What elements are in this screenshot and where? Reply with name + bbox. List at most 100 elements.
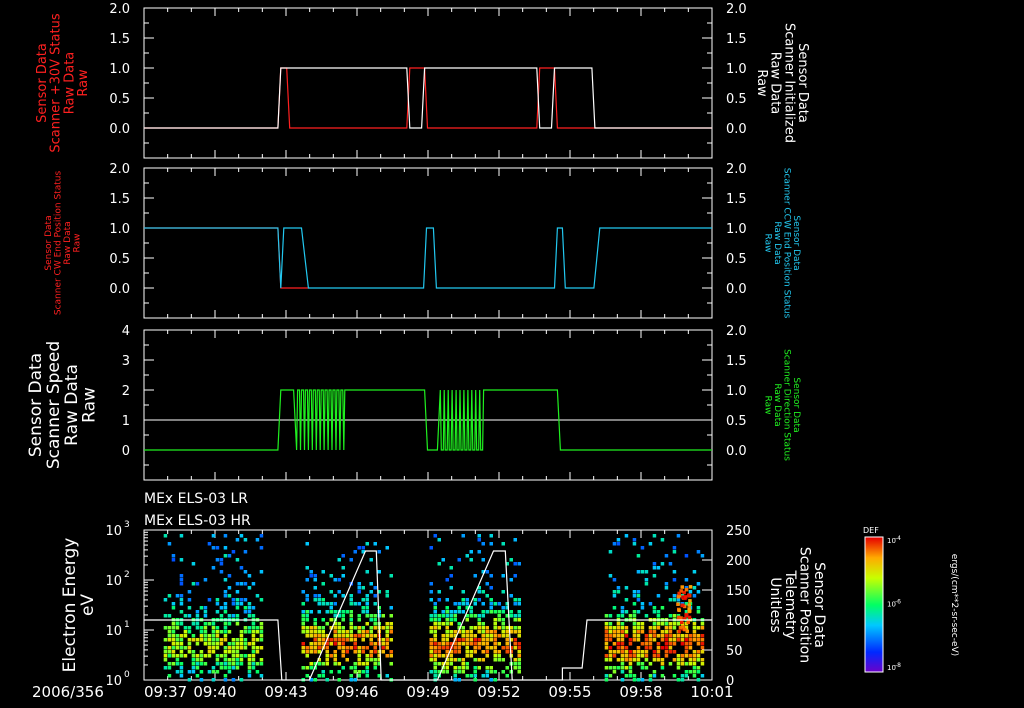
heatmap-cell (243, 606, 248, 610)
heatmap-cell (433, 674, 437, 678)
heatmap-cell (349, 622, 353, 626)
heatmap-cell (389, 662, 393, 666)
colorbar-tick-exp: -8 (895, 662, 901, 669)
heatmap-cell (485, 610, 489, 614)
heatmap-cell (676, 534, 681, 538)
heatmap-cell (227, 614, 232, 618)
heatmap-cell (445, 646, 449, 650)
p1-left-axis-tick-label: 0.5 (109, 92, 130, 107)
heatmap-cell (357, 546, 361, 550)
heatmap-cell (449, 658, 453, 662)
heatmap-cell (353, 642, 357, 646)
heatmap-cell (668, 646, 673, 650)
heatmap-cell (604, 674, 609, 678)
heatmap-cell (349, 602, 353, 606)
heatmap-cell (687, 603, 691, 607)
heatmap-cell (517, 562, 521, 566)
heatmap-cell (305, 634, 309, 638)
heatmap-cell (616, 642, 621, 646)
heatmap-cell (632, 594, 637, 598)
heatmap-cell (381, 638, 385, 642)
heatmap-cell (239, 658, 244, 662)
heatmap-cell (652, 674, 657, 678)
heatmap-cell (231, 678, 236, 682)
p4-left-tick-exp: 2 (124, 570, 130, 580)
heatmap-cell (259, 598, 264, 602)
heatmap-cell (333, 578, 337, 582)
heatmap-cell (445, 670, 449, 674)
heatmap-cell (349, 646, 353, 650)
heatmap-cell (517, 670, 521, 674)
heatmap-cell (305, 650, 309, 654)
heatmap-cell (660, 630, 665, 634)
heatmap-cell (373, 594, 377, 598)
heatmap-cell (628, 650, 633, 654)
heatmap-cell (700, 674, 705, 678)
heatmap-cell (235, 606, 240, 610)
heatmap-cell (255, 538, 260, 542)
heatmap-cell (652, 562, 657, 566)
heatmap-cell (361, 670, 365, 674)
heatmap-cell (179, 622, 184, 626)
heatmap-cell (231, 662, 236, 666)
heatmap-cell (513, 626, 517, 630)
heatmap-cell (429, 590, 433, 594)
heatmap-cell (255, 650, 260, 654)
heatmap-cell (441, 642, 445, 646)
heatmap-cell (223, 606, 228, 610)
heatmap-cell (688, 609, 692, 613)
heatmap-cell (437, 642, 441, 646)
heatmap-cell (223, 610, 228, 614)
heatmap-cell (305, 598, 309, 602)
heatmap-cell (453, 674, 457, 678)
heatmap-cell (668, 598, 673, 602)
heatmap-cell (624, 658, 629, 662)
heatmap-cell (465, 674, 469, 678)
heatmap-cell (223, 594, 228, 598)
heatmap-cell (672, 642, 677, 646)
heatmap-cell (681, 603, 685, 608)
heatmap-cell (215, 630, 220, 634)
heatmap-cell (231, 658, 236, 662)
heatmap-cell (385, 634, 389, 638)
heatmap-cell (215, 658, 220, 662)
heatmap-cell (445, 662, 449, 666)
heatmap-cell (301, 618, 305, 622)
heatmap-cell (337, 622, 341, 626)
heatmap-cell (632, 630, 637, 634)
p4-left-tick-exp: 0 (124, 670, 130, 680)
heatmap-cell (453, 658, 457, 662)
heatmap-cell (247, 586, 252, 590)
heatmap-cell (179, 634, 184, 638)
heatmap-cell (688, 634, 693, 638)
heatmap-cell (235, 650, 240, 654)
heatmap-cell (620, 678, 625, 682)
p4-left-label-line: eV (78, 594, 98, 616)
heatmap-cell (191, 654, 196, 658)
p2-right-axis-tick-label: 1.5 (726, 192, 747, 207)
heatmap-cell (477, 598, 481, 602)
heatmap-cell (668, 562, 673, 566)
heatmap-cell (317, 638, 321, 642)
heatmap-cell (640, 678, 645, 682)
heatmap-cell (676, 598, 681, 602)
heatmap-cell (361, 606, 365, 610)
heatmap-cell (505, 650, 509, 654)
heatmap-cell (301, 610, 305, 614)
heatmap-cell (349, 630, 353, 634)
heatmap-cell (183, 646, 188, 650)
heatmap-cell (441, 646, 445, 650)
heatmap-cell (223, 546, 228, 550)
heatmap-cell (373, 662, 377, 666)
heatmap-cell (223, 674, 228, 678)
heatmap-cell (692, 674, 697, 678)
heatmap-cell (203, 610, 208, 614)
heatmap-cell (373, 626, 377, 630)
heatmap-cell (624, 650, 629, 654)
heatmap-cell (341, 594, 345, 598)
heatmap-cell (517, 630, 521, 634)
p1-left-axis-tick-label: 0.0 (109, 122, 130, 137)
heatmap-cell (199, 638, 204, 642)
heatmap-cell (628, 670, 633, 674)
heatmap-cell (301, 666, 305, 670)
